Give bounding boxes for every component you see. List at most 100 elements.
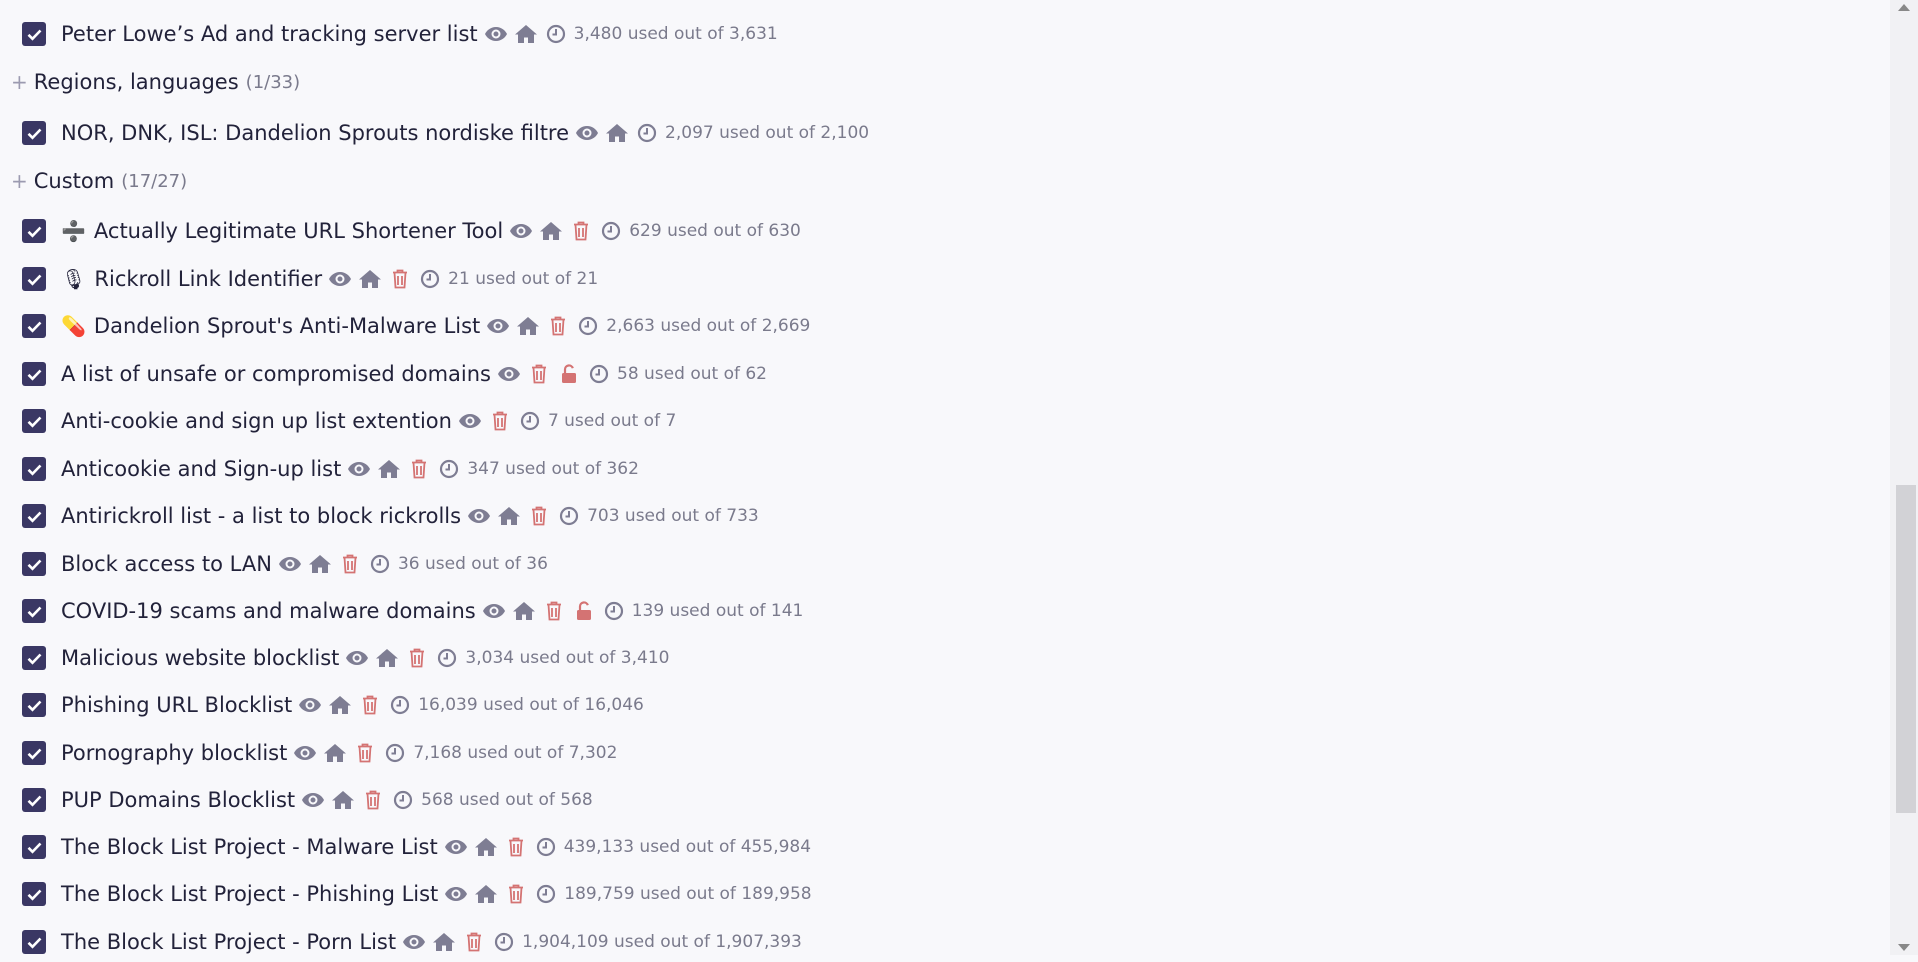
eye-icon[interactable] (444, 882, 468, 906)
eye-icon[interactable] (509, 219, 533, 243)
list-name[interactable]: PUP Domains Blocklist (61, 788, 295, 812)
trash-icon[interactable] (353, 741, 377, 765)
home-icon[interactable] (331, 788, 355, 812)
home-icon[interactable] (474, 835, 498, 859)
trash-icon[interactable] (504, 882, 528, 906)
list-name[interactable]: A list of unsafe or compromised domains (61, 362, 491, 386)
home-icon[interactable] (474, 882, 498, 906)
list-name[interactable]: Block access to LAN (61, 552, 272, 576)
group-header[interactable]: + Custom (17/27) (11, 161, 187, 201)
checkbox[interactable] (22, 788, 46, 812)
checkbox[interactable] (22, 835, 46, 859)
checkbox[interactable] (22, 362, 46, 386)
eye-icon[interactable] (298, 693, 322, 717)
eye-icon[interactable] (347, 457, 371, 481)
checkbox[interactable] (22, 741, 46, 765)
unlock-icon[interactable] (572, 599, 596, 623)
home-icon[interactable] (377, 457, 401, 481)
checkbox[interactable] (22, 267, 46, 291)
list-name[interactable]: Rickroll Link Identifier (94, 267, 322, 291)
trash-icon[interactable] (462, 930, 486, 954)
trash-icon[interactable] (407, 457, 431, 481)
eye-icon[interactable] (482, 599, 506, 623)
trash-icon[interactable] (527, 362, 551, 386)
home-icon[interactable] (358, 267, 382, 291)
list-name[interactable]: Anti-cookie and sign up list extention (61, 409, 452, 433)
list-name[interactable]: The Block List Project - Phishing List (61, 882, 438, 906)
rule-count: 347 used out of 362 (467, 459, 639, 479)
checkbox[interactable] (22, 930, 46, 954)
scrollbar[interactable] (1890, 0, 1918, 955)
eye-icon[interactable] (467, 504, 491, 528)
checkbox[interactable] (22, 409, 46, 433)
checkbox[interactable] (22, 457, 46, 481)
checkbox[interactable] (22, 552, 46, 576)
trash-icon[interactable] (569, 219, 593, 243)
trash-icon[interactable] (527, 504, 551, 528)
eye-icon[interactable] (301, 788, 325, 812)
scroll-down-arrow-icon[interactable] (1898, 944, 1910, 951)
home-icon[interactable] (539, 219, 563, 243)
scroll-up-arrow-icon[interactable] (1898, 4, 1910, 11)
checkbox[interactable] (22, 219, 46, 243)
home-icon[interactable] (605, 121, 629, 145)
trash-icon[interactable] (542, 599, 566, 623)
scrollbar-thumb[interactable] (1896, 485, 1916, 813)
list-name[interactable]: Antirickroll list - a list to block rick… (61, 504, 461, 528)
home-icon[interactable] (497, 504, 521, 528)
list-name[interactable]: Peter Lowe’s Ad and tracking server list (61, 22, 478, 46)
eye-icon[interactable] (278, 552, 302, 576)
trash-icon[interactable] (504, 835, 528, 859)
home-icon[interactable] (512, 599, 536, 623)
unlock-icon[interactable] (557, 362, 581, 386)
eye-icon[interactable] (484, 22, 508, 46)
group-name: Custom (33, 169, 115, 193)
checkbox[interactable] (22, 504, 46, 528)
eye-icon[interactable] (575, 121, 599, 145)
eye-icon[interactable] (328, 267, 352, 291)
home-icon[interactable] (514, 22, 538, 46)
checkbox[interactable] (22, 314, 46, 338)
eye-icon[interactable] (402, 930, 426, 954)
list-name[interactable]: Anticookie and Sign-up list (61, 457, 341, 481)
home-icon[interactable] (323, 741, 347, 765)
trash-icon[interactable] (338, 552, 362, 576)
home-icon[interactable] (432, 930, 456, 954)
eye-icon[interactable] (444, 835, 468, 859)
list-name[interactable]: NOR, DNK, ISL: Dandelion Sprouts nordisk… (61, 121, 569, 145)
expand-toggle-icon[interactable]: + (11, 70, 28, 94)
checkbox[interactable] (22, 121, 46, 145)
checkbox[interactable] (22, 882, 46, 906)
list-name[interactable]: The Block List Project - Malware List (61, 835, 438, 859)
trash-icon[interactable] (546, 314, 570, 338)
rule-count: 568 used out of 568 (421, 790, 593, 810)
trash-icon[interactable] (358, 693, 382, 717)
eye-icon[interactable] (486, 314, 510, 338)
eye-icon[interactable] (345, 646, 369, 670)
checkbox[interactable] (22, 22, 46, 46)
group-header[interactable]: + Regions, languages (1/33) (11, 62, 300, 102)
trash-icon[interactable] (361, 788, 385, 812)
list-name[interactable]: The Block List Project - Porn List (61, 930, 396, 954)
home-icon[interactable] (308, 552, 332, 576)
checkbox[interactable] (22, 693, 46, 717)
list-name[interactable]: Dandelion Sprout's Anti-Malware List (94, 314, 480, 338)
list-name[interactable]: Malicious website blocklist (61, 646, 339, 670)
home-icon[interactable] (328, 693, 352, 717)
checkbox[interactable] (22, 646, 46, 670)
filter-list-item: The Block List Project - Porn List 1,904,… (22, 922, 802, 962)
list-name[interactable]: Actually Legitimate URL Shortener Tool (94, 219, 503, 243)
eye-icon[interactable] (497, 362, 521, 386)
trash-icon[interactable] (388, 267, 412, 291)
list-name[interactable]: Pornography blocklist (61, 741, 287, 765)
trash-icon[interactable] (405, 646, 429, 670)
list-name[interactable]: COVID-19 scams and malware domains (61, 599, 476, 623)
list-name[interactable]: Phishing URL Blocklist (61, 693, 292, 717)
expand-toggle-icon[interactable]: + (11, 169, 28, 193)
home-icon[interactable] (375, 646, 399, 670)
eye-icon[interactable] (293, 741, 317, 765)
home-icon[interactable] (516, 314, 540, 338)
trash-icon[interactable] (488, 409, 512, 433)
eye-icon[interactable] (458, 409, 482, 433)
checkbox[interactable] (22, 599, 46, 623)
